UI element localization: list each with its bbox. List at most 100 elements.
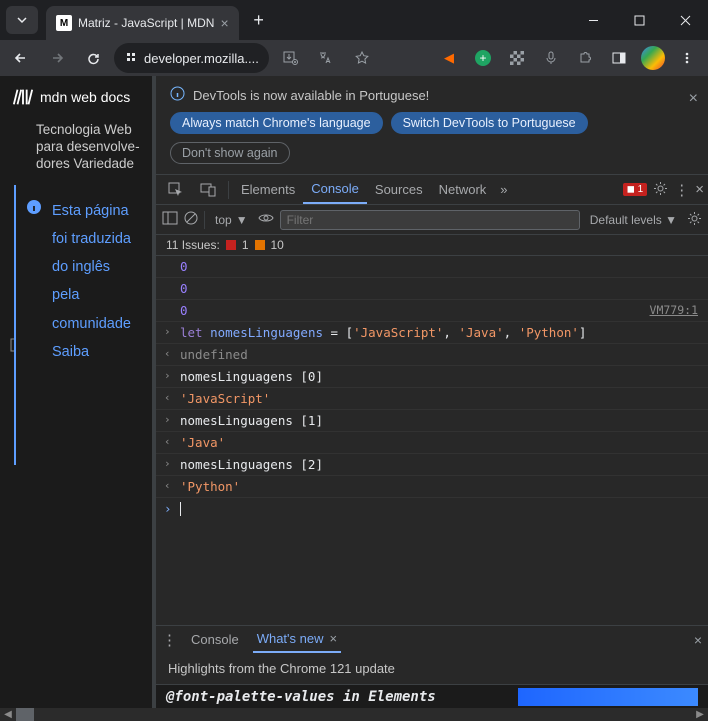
cursor — [180, 502, 181, 516]
input-row: ›let nomesLinguagens = ['JavaScript', 'J… — [156, 322, 708, 344]
close-tab-icon[interactable]: × — [330, 631, 338, 646]
drawer-content: Highlights from the Chrome 121 update — [156, 653, 708, 684]
chrome-menu-button[interactable] — [672, 43, 702, 73]
arrow-left-icon — [13, 50, 29, 66]
inspect-element-button[interactable] — [160, 175, 192, 204]
extension-1[interactable]: ◀ — [434, 43, 464, 73]
browser-toolbar: developer.mozilla.... ◀ + — [0, 40, 708, 76]
devtools-tabbar: Elements Console Sources Network » ◼ 1 ⋮… — [156, 175, 708, 205]
filter-input[interactable] — [280, 210, 580, 230]
notice-text: Esta página foi traduzida do inglês pela… — [52, 197, 136, 367]
devtools-panel: DevTools is now available in Portuguese!… — [156, 76, 708, 708]
tab-console[interactable]: Console — [303, 175, 367, 204]
tab-search-button[interactable] — [6, 6, 38, 34]
input-row: ›nomesLinguagens [0] — [156, 366, 708, 388]
log-row: 0VM779:1 — [156, 300, 708, 322]
scroll-left-icon[interactable]: ◀ — [0, 709, 16, 720]
scroll-thumb[interactable] — [16, 708, 34, 721]
drawer-tabbar: ⋮ Console What's new × × — [156, 625, 708, 653]
settings-button[interactable] — [653, 181, 668, 199]
switch-language-button[interactable]: Switch DevTools to Portuguese — [391, 112, 588, 134]
scroll-right-icon[interactable]: ▶ — [692, 709, 708, 720]
toggle-sidebar-button[interactable] — [162, 211, 178, 228]
match-language-button[interactable]: Always match Chrome's language — [170, 112, 383, 134]
close-window-button[interactable] — [662, 0, 708, 40]
grid-icon — [510, 51, 524, 65]
close-devtools-button[interactable]: × — [695, 181, 704, 198]
drawer-menu-button[interactable]: ⋮ — [162, 631, 177, 649]
puzzle-icon — [577, 50, 593, 66]
more-tabs-button[interactable]: » — [494, 182, 513, 197]
arrow-right-icon — [49, 50, 65, 66]
extension-2[interactable]: + — [468, 43, 498, 73]
highlights-heading: Highlights from the Chrome 121 update — [168, 661, 395, 676]
log-row: 0 — [156, 278, 708, 300]
reload-button[interactable] — [78, 43, 108, 73]
language-banner: DevTools is now available in Portuguese!… — [156, 76, 708, 175]
profile-button[interactable] — [638, 43, 668, 73]
url-text: developer.mozilla.... — [144, 51, 259, 66]
bookmark-button[interactable] — [347, 43, 377, 73]
sidebar-icon — [162, 211, 178, 225]
log-levels-selector[interactable]: Default levels ▼ — [586, 213, 681, 227]
result-row: ‹'Java' — [156, 432, 708, 454]
console-prompt[interactable]: › — [156, 498, 708, 519]
mdn-logo[interactable]: mdn web docs — [0, 76, 152, 118]
issues-label: 11 Issues: — [166, 238, 220, 252]
result-row: ‹'JavaScript' — [156, 388, 708, 410]
star-icon — [354, 50, 370, 66]
translate-button[interactable] — [311, 43, 341, 73]
drawer-tab-console[interactable]: Console — [187, 626, 243, 653]
live-expression-button[interactable] — [258, 212, 274, 227]
address-bar[interactable]: developer.mozilla.... — [114, 43, 269, 73]
avatar-icon — [641, 46, 665, 70]
tab-sources[interactable]: Sources — [367, 175, 431, 204]
minimize-icon — [588, 15, 599, 26]
reload-icon — [86, 51, 101, 66]
extension-3[interactable] — [502, 43, 532, 73]
tab-network[interactable]: Network — [431, 175, 495, 204]
close-drawer-button[interactable]: × — [694, 632, 702, 648]
maximize-button[interactable] — [616, 0, 662, 40]
install-app-button[interactable] — [275, 43, 305, 73]
extensions-button[interactable] — [570, 43, 600, 73]
context-selector[interactable]: top ▼ — [211, 213, 252, 227]
gear-icon — [653, 181, 668, 196]
close-banner-button[interactable]: × — [689, 90, 698, 108]
console-toolbar: top ▼ Default levels ▼ — [156, 205, 708, 235]
side-panel-button[interactable] — [604, 43, 634, 73]
horizontal-scrollbar[interactable]: ◀ ▶ — [0, 708, 708, 721]
sidebar-nav-text[interactable]: Tec­no­lo­gia Web para de­sen­vol­ve­do­… — [0, 118, 152, 177]
browser-tab[interactable]: M Matriz - JavaScript | MDN × — [46, 6, 239, 40]
thumbnail — [518, 688, 698, 706]
inspect-icon — [168, 182, 184, 198]
console-output[interactable]: 0 0 0VM779:1 ›let nomesLinguagens = ['Ja… — [156, 256, 708, 625]
issues-bar[interactable]: 11 Issues: 1 10 — [156, 235, 708, 256]
info-icon — [26, 199, 42, 218]
close-tab-button[interactable]: × — [220, 15, 228, 31]
chevron-down-icon: ▼ — [236, 213, 248, 227]
result-row: ‹'Python' — [156, 476, 708, 498]
window-titlebar: M Matriz - JavaScript | MDN × + — [0, 0, 708, 40]
warning-icon — [255, 240, 265, 250]
mdn-sidebar: mdn web docs Tec­no­lo­gia Web para de­s… — [0, 76, 152, 708]
drawer-tab-whatsnew[interactable]: What's new × — [253, 626, 341, 653]
error-count-badge[interactable]: ◼ 1 — [623, 183, 648, 196]
eye-icon — [258, 212, 274, 224]
tab-elements[interactable]: Elements — [233, 175, 303, 204]
minimize-button[interactable] — [570, 0, 616, 40]
new-tab-button[interactable]: + — [245, 6, 273, 34]
extension-4[interactable] — [536, 43, 566, 73]
clear-console-button[interactable] — [184, 211, 198, 228]
devtools-menu-button[interactable]: ⋮ — [674, 181, 689, 199]
plus-circle-icon: + — [475, 50, 491, 66]
site-settings-icon[interactable] — [124, 50, 138, 67]
back-button[interactable] — [6, 43, 36, 73]
source-link[interactable]: VM779:1 — [650, 303, 698, 317]
drawer-footer: @font-palette-values in Elements — [156, 684, 708, 708]
dismiss-banner-button[interactable]: Don't show again — [170, 142, 290, 164]
forward-button[interactable] — [42, 43, 72, 73]
device-toggle-button[interactable] — [192, 175, 224, 204]
console-settings-button[interactable] — [687, 211, 702, 229]
translation-notice: Esta página foi traduzida do inglês pela… — [14, 185, 142, 465]
